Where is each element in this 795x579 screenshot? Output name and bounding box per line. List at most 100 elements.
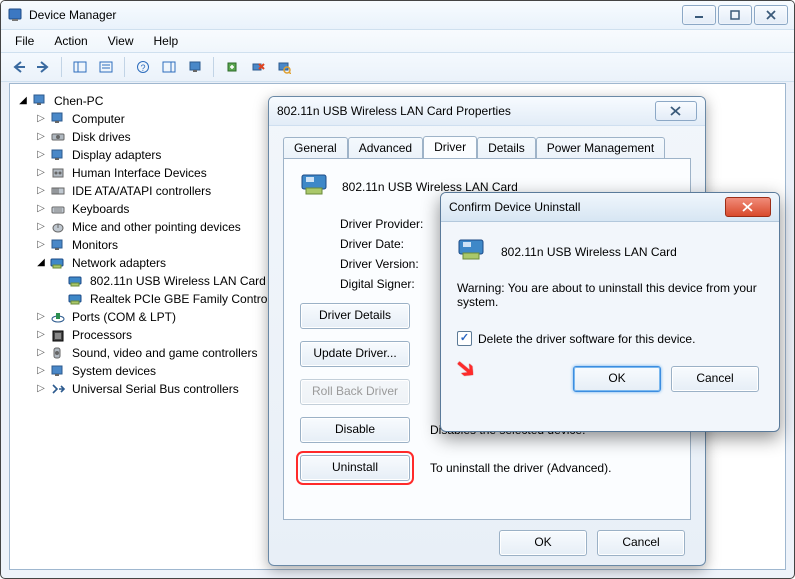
confirm-buttons: OK Cancel [457,366,763,392]
delete-driver-checkbox-row: Delete the driver software for this devi… [457,331,763,346]
update-driver-button[interactable]: Update Driver... [300,341,410,367]
confirm-body: 802.11n USB Wireless LAN Card Warning: Y… [441,222,779,400]
expand-icon[interactable]: ◢ [34,256,48,270]
tab-details[interactable]: Details [477,137,536,159]
expand-icon[interactable]: ▷ [34,202,48,216]
tree-category-label: Computer [70,110,127,128]
tab-advanced[interactable]: Advanced [348,137,423,159]
dialog-title: 802.11n USB Wireless LAN Card Properties [277,104,655,118]
device-category-icon [50,165,66,181]
network-adapter-icon [300,171,332,203]
expand-icon[interactable]: ▷ [34,364,48,378]
uninstall-button[interactable]: Uninstall [300,455,410,481]
tab-power[interactable]: Power Management [536,137,665,159]
tree-device-label: Realtek PCIe GBE Family Controller [88,290,285,308]
expand-icon[interactable]: ▷ [34,346,48,360]
toolbar-separator [213,57,214,77]
delete-driver-checkbox[interactable] [457,331,472,346]
device-category-icon [50,147,66,163]
disable-button[interactable]: Disable [300,417,410,443]
expand-icon[interactable]: ▷ [34,166,48,180]
tree-category-label: Network adapters [70,254,168,272]
device-category-icon [50,129,66,145]
maximize-button[interactable] [718,5,752,25]
cancel-button[interactable]: Cancel [597,530,685,556]
app-icon [7,7,23,23]
device-category-icon [50,363,66,379]
expand-icon[interactable]: ▷ [34,238,48,252]
label-driver-provider: Driver Provider: [340,217,430,231]
confirm-ok-button[interactable]: OK [573,366,661,392]
uninstall-button[interactable] [246,55,270,79]
driver-details-button[interactable]: Driver Details [300,303,410,329]
scan-hardware-button[interactable] [272,55,296,79]
device-category-icon [50,201,66,217]
action-pane-button[interactable] [157,55,181,79]
driver-button-row: Uninstall To uninstall the driver (Advan… [300,455,674,481]
device-category-icon [50,183,66,199]
confirm-uninstall-dialog: Confirm Device Uninstall 802.11n USB Wir… [440,192,780,432]
ok-button[interactable]: OK [499,530,587,556]
update-driver-button[interactable] [220,55,244,79]
tree-category-label: IDE ATA/ATAPI controllers [70,182,213,200]
label-digital-signer: Digital Signer: [340,277,430,291]
expand-icon[interactable]: ▷ [34,184,48,198]
window-buttons [680,5,788,25]
help-button[interactable]: ? [131,55,155,79]
tree-category-label: Universal Serial Bus controllers [70,380,241,398]
tabstrip: General Advanced Driver Details Power Ma… [283,136,691,158]
tree-category-label: Human Interface Devices [70,164,209,182]
device-category-icon [50,327,66,343]
confirm-cancel-button[interactable]: Cancel [671,366,759,392]
tree-category-label: Mice and other pointing devices [70,218,243,236]
close-button[interactable] [754,5,788,25]
menu-help[interactable]: Help [144,31,189,51]
properties-button[interactable] [94,55,118,79]
expand-icon[interactable]: ▷ [34,148,48,162]
computer-icon [32,93,48,109]
device-category-icon [50,111,66,127]
network-adapter-icon [50,255,66,271]
network-adapter-icon [68,273,84,289]
twisty-spacer [52,292,66,306]
expand-icon[interactable]: ▷ [34,328,48,342]
expand-icon[interactable]: ▷ [34,382,48,396]
menu-file[interactable]: File [5,31,44,51]
label-driver-version: Driver Version: [340,257,430,271]
device-category-icon [50,219,66,235]
toolbar-separator [124,57,125,77]
toolbar-separator [61,57,62,77]
confirm-title: Confirm Device Uninstall [449,200,725,214]
twisty-spacer [52,274,66,288]
confirm-device-name: 802.11n USB Wireless LAN Card [501,245,677,259]
tab-driver[interactable]: Driver [423,136,477,158]
tree-category-label: Ports (COM & LPT) [70,308,178,326]
menu-view[interactable]: View [98,31,144,51]
device-category-icon [50,237,66,253]
window-title: Device Manager [29,8,680,22]
minimize-button[interactable] [682,5,716,25]
expand-icon[interactable]: ▷ [34,220,48,234]
uninstall-text: To uninstall the driver (Advanced). [430,461,674,475]
expand-icon[interactable]: ▷ [34,310,48,324]
menubar: File Action View Help [1,29,794,53]
show-hide-console-button[interactable] [68,55,92,79]
tree-category-label: Sound, video and game controllers [70,344,259,362]
device-category-icon [50,381,66,397]
rollback-driver-button[interactable]: Roll Back Driver [300,379,410,405]
refresh-button[interactable] [183,55,207,79]
tab-general[interactable]: General [283,137,348,159]
tree-category-label: System devices [70,362,158,380]
expand-icon[interactable]: ◢ [16,94,30,108]
back-button[interactable] [7,55,31,79]
expand-icon[interactable]: ▷ [34,112,48,126]
menu-action[interactable]: Action [44,31,97,51]
network-adapter-icon [68,291,84,307]
network-adapter-icon [457,236,489,267]
tree-category-label: Disk drives [70,128,133,146]
expand-icon[interactable]: ▷ [34,130,48,144]
toolbar-nav-group [7,55,55,79]
confirm-close-button[interactable] [725,197,771,217]
dialog-close-button[interactable] [655,101,697,121]
forward-button[interactable] [31,55,55,79]
